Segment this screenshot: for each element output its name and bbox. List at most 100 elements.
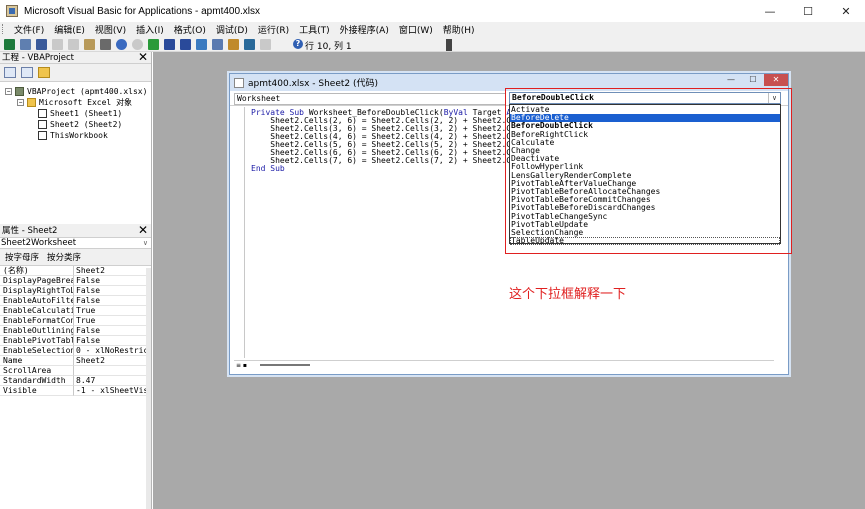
menu-window[interactable]: 窗口(W) (394, 23, 438, 36)
properties-scrollbar[interactable] (146, 268, 151, 509)
tree-node-vbaproject[interactable]: − VBAProject (apmt400.xlsx) (5, 86, 147, 97)
property-row[interactable]: (名称) Sheet2 (0, 266, 151, 276)
minimize-button[interactable]: — (751, 0, 789, 22)
property-value[interactable]: False (74, 276, 148, 286)
property-row[interactable]: EnableOutlining False (0, 326, 151, 336)
tree-node-sheet2[interactable]: Sheet2 (Sheet2) (38, 119, 122, 130)
property-value[interactable] (74, 366, 148, 376)
design-mode-icon[interactable] (196, 38, 207, 50)
property-value[interactable]: 0 - xlNoRestrict (74, 346, 148, 356)
code-window-maximize-button[interactable]: ☐ (742, 74, 764, 86)
excel-icon[interactable] (4, 38, 15, 50)
menu-view[interactable]: 视图(V) (90, 23, 131, 36)
menu-edit[interactable]: 编辑(E) (49, 23, 90, 36)
properties-title: 属性 - Sheet2 (2, 226, 58, 236)
properties-icon[interactable] (228, 38, 239, 50)
cut-icon[interactable] (52, 38, 63, 50)
menu-format[interactable]: 格式(O) (169, 23, 211, 36)
project-explorer-icon[interactable] (212, 38, 223, 50)
property-row[interactable]: Visible -1 - xlSheetVisi (0, 386, 151, 396)
property-value[interactable]: 8.47 (74, 376, 148, 386)
view-object-icon[interactable] (21, 67, 33, 78)
toolbar-icons (4, 38, 276, 50)
code-line: End Sub (251, 164, 285, 173)
undo-icon[interactable] (116, 38, 127, 50)
properties-object-select[interactable]: Sheet2Worksheet ∨ (0, 238, 151, 249)
menu-addins[interactable]: 外接程序(A) (335, 23, 394, 36)
property-value[interactable]: True (74, 316, 148, 326)
tab-alphabetic[interactable]: 按字母序 (5, 251, 39, 263)
menubar-grip[interactable] (2, 24, 5, 34)
menu-debug[interactable]: 调试(D) (211, 23, 253, 36)
menu-run[interactable]: 运行(R) (253, 23, 294, 36)
redo-icon[interactable] (132, 38, 143, 50)
property-value[interactable]: False (74, 286, 148, 296)
property-row[interactable]: StandardWidth 8.47 (0, 376, 151, 386)
copy-icon[interactable] (68, 38, 79, 50)
menu-help[interactable]: 帮助(H) (438, 23, 480, 36)
property-row[interactable]: EnablePivotTable False (0, 336, 151, 346)
property-value[interactable]: False (74, 296, 148, 306)
property-row[interactable]: EnableFormatCond True (0, 316, 151, 326)
run-icon[interactable] (148, 38, 159, 50)
window-controls: — ☐ ✕ (751, 0, 865, 22)
code-window-minimize-button[interactable]: — (720, 74, 742, 86)
property-value[interactable]: Sheet2 (74, 356, 148, 366)
property-value[interactable]: False (74, 326, 148, 336)
toggle-folders-icon[interactable] (38, 67, 50, 78)
property-value[interactable]: True (74, 306, 148, 316)
property-row[interactable]: Name Sheet2 (0, 356, 151, 366)
properties-close-icon[interactable]: ✕ (138, 223, 148, 237)
property-name: (名称) (0, 266, 74, 276)
break-icon[interactable] (164, 38, 175, 50)
margin-indicator-bar[interactable] (234, 107, 245, 358)
chevron-down-icon[interactable]: ∨ (143, 238, 148, 249)
code-window-controls: — ☐ ✕ (720, 74, 788, 88)
property-value[interactable]: Sheet2 (74, 266, 148, 276)
menu-tools[interactable]: 工具(T) (294, 23, 335, 36)
menu-insert[interactable]: 插入(I) (131, 23, 169, 36)
property-row[interactable]: EnableAutoFilter False (0, 296, 151, 306)
tree-node-sheet1[interactable]: Sheet1 (Sheet1) (38, 108, 122, 119)
help-icon[interactable]: ? (293, 39, 303, 49)
project-explorer-close-icon[interactable]: ✕ (138, 51, 148, 63)
insert-icon[interactable] (20, 38, 31, 50)
code-window-title: apmt400.xlsx - Sheet2 (代码) (248, 79, 379, 89)
menu-file[interactable]: 文件(F) (9, 23, 49, 36)
property-name: DisplayPageBreak (0, 276, 74, 286)
toolbar-overflow-grip[interactable] (446, 39, 452, 51)
view-toggle-icon[interactable]: ≡ ▪ (236, 362, 247, 369)
scroll-thumb[interactable] (260, 364, 310, 366)
find-icon[interactable] (100, 38, 111, 50)
view-code-icon[interactable] (4, 67, 16, 78)
collapse-icon[interactable]: − (17, 99, 24, 106)
property-value[interactable]: -1 - xlSheetVisi (74, 386, 148, 396)
property-row[interactable]: EnableCalculatio True (0, 306, 151, 316)
property-row[interactable]: ScrollArea (0, 366, 151, 376)
property-row[interactable]: DisplayPageBreak False (0, 276, 151, 286)
property-name: EnableCalculatio (0, 306, 74, 316)
close-button[interactable]: ✕ (827, 0, 865, 22)
property-name: Visible (0, 386, 74, 396)
worksheet-icon (38, 109, 47, 118)
reset-icon[interactable] (180, 38, 191, 50)
toolbox-icon[interactable] (260, 38, 271, 50)
property-row[interactable]: DisplayRightToLe False (0, 286, 151, 296)
property-value[interactable]: False (74, 336, 148, 346)
collapse-icon[interactable]: − (5, 88, 12, 95)
code-window-close-button[interactable]: ✕ (764, 74, 788, 86)
code-horizontal-scrollbar[interactable]: ≡ ▪ (234, 360, 774, 369)
tab-categorized[interactable]: 按分类序 (47, 251, 81, 263)
paste-icon[interactable] (84, 38, 95, 50)
tree-node-excel-objects[interactable]: − Microsoft Excel 对象 (17, 97, 132, 108)
object-combo[interactable]: Worksheet (234, 93, 506, 105)
vba-app-icon (6, 5, 18, 17)
workbook-icon (38, 131, 47, 140)
save-icon[interactable] (36, 38, 47, 50)
project-explorer-toolbar (0, 64, 151, 82)
tree-node-thisworkbook[interactable]: ThisWorkbook (38, 130, 108, 141)
object-browser-icon[interactable] (244, 38, 255, 50)
property-row[interactable]: EnableSelection 0 - xlNoRestrict (0, 346, 151, 356)
tree-node-label: Microsoft Excel 对象 (39, 98, 133, 107)
maximize-button[interactable]: ☐ (789, 0, 827, 22)
